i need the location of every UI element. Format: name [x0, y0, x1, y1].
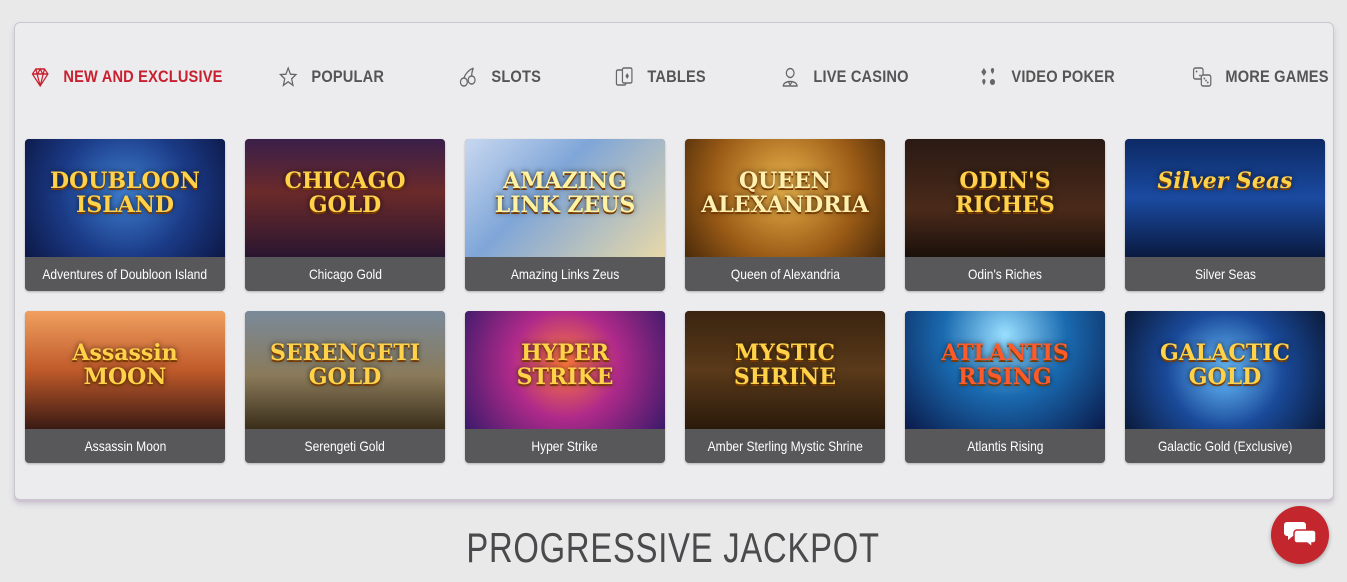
- game-logo: SERENGETI GOLD: [269, 340, 421, 390]
- game-logo: GALACTIC GOLD: [1159, 340, 1291, 390]
- game-card-silver-seas[interactable]: Silver Seas Silver Seas: [1125, 139, 1325, 291]
- game-caption: Queen of Alexandria: [730, 266, 840, 282]
- game-logo: QUEEN ALEXANDRIA: [701, 168, 869, 218]
- cards-icon: [613, 64, 635, 90]
- tab-more-games[interactable]: MORE GAMES: [1191, 57, 1329, 97]
- tab-slots[interactable]: SLOTS: [457, 57, 541, 97]
- games-panel: NEW AND EXCLUSIVE POPULAR SLOTS TABLES L…: [14, 22, 1334, 500]
- tab-video-poker[interactable]: VIDEO POKER: [977, 57, 1115, 97]
- game-caption: Odin's Riches: [968, 266, 1042, 282]
- game-caption: Silver Seas: [1194, 266, 1256, 282]
- game-thumbnail: Silver Seas: [1125, 139, 1325, 257]
- game-caption: Adventures of Doubloon Island: [42, 266, 208, 282]
- tab-live-casino[interactable]: LIVE CASINO: [779, 57, 909, 97]
- game-thumbnail: MYSTIC SHRINE: [685, 311, 885, 429]
- section-title: PROGRESSIVE JACKPOT: [466, 524, 881, 571]
- tab-label: MORE GAMES: [1225, 67, 1329, 86]
- game-logo: CHICAGO GOLD: [284, 168, 406, 218]
- game-thumbnail: SERENGETI GOLD: [245, 311, 445, 429]
- game-caption: Amber Sterling Mystic Shrine: [707, 438, 863, 454]
- game-card-doubloon-island[interactable]: DOUBLOON ISLAND Adventures of Doubloon I…: [25, 139, 225, 291]
- game-caption: Atlantis Rising: [966, 438, 1044, 454]
- game-card-galactic-gold[interactable]: GALACTIC GOLD Galactic Gold (Exclusive): [1125, 311, 1325, 463]
- game-card-hyper-strike[interactable]: HYPER STRIKE Hyper Strike: [465, 311, 665, 463]
- game-thumbnail: ODIN'S RICHES: [905, 139, 1105, 257]
- star-icon: [277, 64, 299, 90]
- game-logo: ATLANTIS RISING: [941, 340, 1069, 390]
- cherries-icon: [457, 64, 479, 90]
- game-caption: Hyper Strike: [531, 438, 599, 454]
- tab-new-and-exclusive[interactable]: NEW AND EXCLUSIVE: [29, 57, 223, 97]
- tab-label: NEW AND EXCLUSIVE: [63, 67, 223, 86]
- game-card-mystic-shrine[interactable]: MYSTIC SHRINE Amber Sterling Mystic Shri…: [685, 311, 885, 463]
- diamond-icon: [29, 64, 51, 90]
- game-caption: Amazing Links Zeus: [510, 266, 620, 282]
- tab-label: POPULAR: [311, 67, 385, 86]
- chat-button[interactable]: [1271, 506, 1329, 564]
- game-card-chicago-gold[interactable]: CHICAGO GOLD Chicago Gold: [245, 139, 445, 291]
- game-card-amazing-links-zeus[interactable]: AMAZING LINK ZEUS Amazing Links Zeus: [465, 139, 665, 291]
- tab-label: VIDEO POKER: [1011, 67, 1115, 86]
- tab-popular[interactable]: POPULAR: [277, 57, 384, 97]
- game-caption: Chicago Gold: [308, 266, 382, 282]
- tab-tables[interactable]: TABLES: [613, 57, 706, 97]
- game-logo: Silver Seas: [1157, 168, 1293, 194]
- game-thumbnail: GALACTIC GOLD: [1125, 311, 1325, 429]
- dice-icon: [1191, 64, 1213, 90]
- game-caption: Galactic Gold (Exclusive): [1157, 438, 1293, 454]
- game-card-assassin-moon[interactable]: Assassin MOON Assassin Moon: [25, 311, 225, 463]
- game-logo: HYPER STRIKE: [516, 340, 614, 390]
- game-thumbnail: QUEEN ALEXANDRIA: [685, 139, 885, 257]
- game-thumbnail: Assassin MOON: [25, 311, 225, 429]
- game-logo: MYSTIC SHRINE: [733, 340, 837, 390]
- category-tabs: NEW AND EXCLUSIVE POPULAR SLOTS TABLES L…: [15, 57, 1335, 97]
- game-thumbnail: CHICAGO GOLD: [245, 139, 445, 257]
- game-thumbnail: AMAZING LINK ZEUS: [465, 139, 665, 257]
- game-logo: Assassin MOON: [72, 340, 178, 390]
- game-thumbnail: ATLANTIS RISING: [905, 311, 1105, 429]
- game-card-queen-of-alexandria[interactable]: QUEEN ALEXANDRIA Queen of Alexandria: [685, 139, 885, 291]
- game-logo: ODIN'S RICHES: [955, 168, 1055, 218]
- game-card-atlantis-rising[interactable]: ATLANTIS RISING Atlantis Rising: [905, 311, 1105, 463]
- game-logo: AMAZING LINK ZEUS: [494, 168, 636, 218]
- dealer-icon: [779, 64, 801, 90]
- game-card-odins-riches[interactable]: ODIN'S RICHES Odin's Riches: [905, 139, 1105, 291]
- game-caption: Assassin Moon: [84, 438, 166, 454]
- game-card-serengeti-gold[interactable]: SERENGETI GOLD Serengeti Gold: [245, 311, 445, 463]
- chat-bubbles-icon: [1283, 518, 1317, 553]
- game-thumbnail: DOUBLOON ISLAND: [25, 139, 225, 257]
- game-caption: Serengeti Gold: [304, 438, 386, 454]
- tab-label: LIVE CASINO: [813, 67, 909, 86]
- game-thumbnail: HYPER STRIKE: [465, 311, 665, 429]
- game-logo: DOUBLOON ISLAND: [50, 168, 200, 218]
- tab-label: SLOTS: [491, 67, 541, 86]
- suits-icon: [977, 64, 999, 90]
- tab-label: TABLES: [647, 67, 706, 86]
